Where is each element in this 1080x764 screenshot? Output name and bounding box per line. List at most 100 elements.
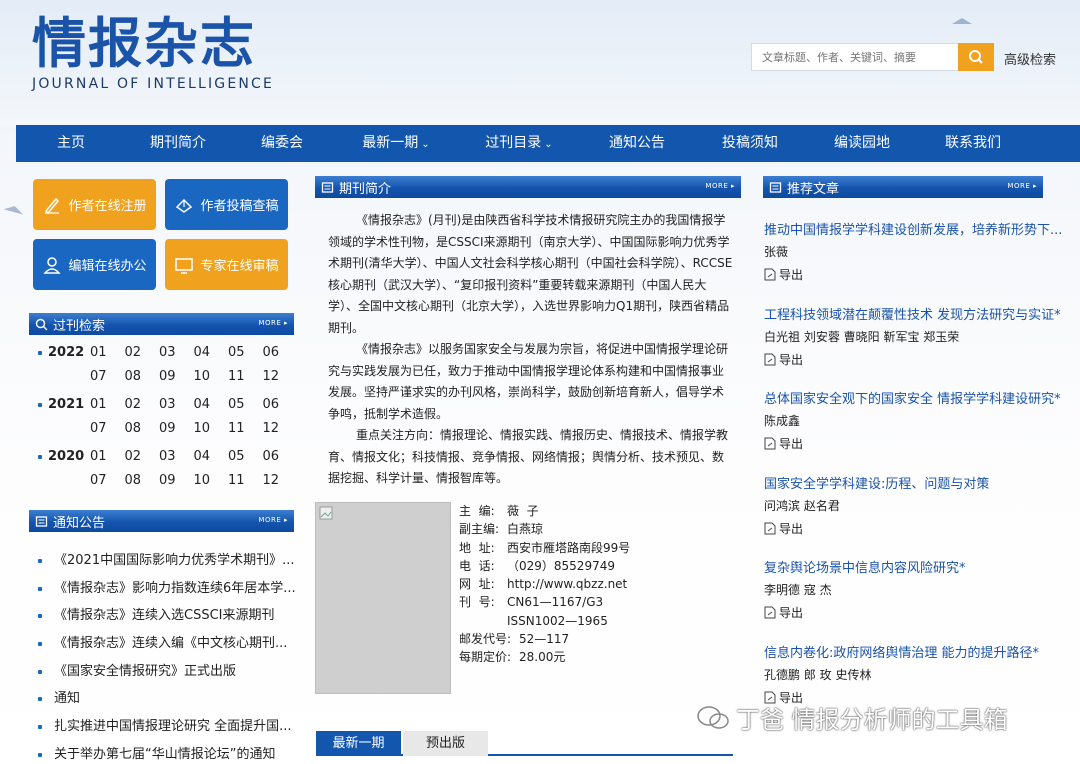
export-link[interactable]: 导出 [764,604,1064,621]
export-link[interactable]: 导出 [764,266,1064,283]
notice-item[interactable]: 《情报杂志》连续入编《中文核心期刊... [38,632,287,651]
article-title-link[interactable]: 推动中国情报学学科建设创新发展，培养新形势下... [764,219,1064,238]
nav-home[interactable]: 主页 [16,125,126,162]
notice-item[interactable]: 关于举办第七届“华山情报论坛”的通知 [38,743,275,762]
more-link[interactable]: more ▸ [258,516,288,524]
nav-reader-forum[interactable]: 编读园地 [806,125,918,162]
month-link[interactable]: 06 [263,449,298,464]
notice-item[interactable]: 《2021中国国际影响力优秀学术期刊》... [38,549,294,568]
notice-item[interactable]: 《情报杂志》连续入选CSSCI来源期刊 [38,604,275,623]
notice-title: 《情报杂志》连续入选CSSCI来源期刊 [54,608,275,623]
notice-item[interactable]: 《国家安全情报研究》正式出版 [38,660,236,679]
year-link[interactable]: 2021 [38,397,90,412]
month-link[interactable]: 05 [228,449,263,464]
month-link[interactable]: 06 [263,345,298,360]
advanced-search-link[interactable]: 高级检索 [1004,49,1056,68]
nav-editorial-board[interactable]: 编委会 [230,125,334,162]
more-label: more [258,516,282,524]
author-submit-button[interactable]: 作者投稿查稿 [165,179,288,230]
month-link[interactable]: 02 [125,397,160,412]
bullet [38,454,42,459]
more-link[interactable]: more ▸ [1007,182,1037,190]
notice-title: 扎实推进中国情报理论研究 全面提升国... [54,719,292,734]
nav-contact[interactable]: 联系我们 [918,125,1028,162]
month-link[interactable]: 03 [159,449,194,464]
info-row: 网 址: http://www.qbzz.net [459,575,630,593]
nav-submission-guide[interactable]: 投稿须知 [694,125,806,162]
intro-paragraph: 重点关注方向：情报理论、情报实践、情报历史、情报技术、情报学教育、情报文化；科技… [328,428,729,485]
month-link[interactable]: 08 [125,421,160,436]
notice-item[interactable]: 通知 [38,687,80,706]
month-link[interactable]: 07 [90,473,125,488]
tab-latest-issue[interactable]: 最新一期 [316,731,401,756]
article-title-link[interactable]: 信息内卷化:政府网络舆情治理 能力的提升路径* [764,642,1064,661]
editor-office-button[interactable]: 编辑在线办公 [33,239,156,290]
year-link[interactable]: 2022 [38,345,90,360]
pen-icon [45,197,60,214]
logo-english: JOURNAL OF INTELLIGENCE [32,76,275,92]
month-link[interactable]: 08 [125,473,160,488]
search-button[interactable] [958,43,994,71]
archive-year-row: 07 08 09 10 11 12 [38,473,297,488]
month-link[interactable]: 10 [194,421,229,436]
info-value[interactable]: http://www.qbzz.net [507,575,627,593]
nav-past-issues[interactable]: 过刊目录 ⌄ [458,125,580,162]
month-link[interactable]: 11 [228,369,263,384]
month-link[interactable]: 01 [90,397,125,412]
month-link[interactable]: 12 [263,473,298,488]
notice-item[interactable]: 扎实推进中国情报理论研究 全面提升国... [38,715,292,734]
month-link[interactable]: 01 [90,345,125,360]
month-link[interactable]: 09 [159,421,194,436]
issue-tabs: 最新一期 预出版 [316,731,733,756]
month-link[interactable]: 11 [228,421,263,436]
month-link[interactable]: 12 [263,369,298,384]
info-row: 每期定价: 28.00元 [459,648,630,666]
more-link[interactable]: more ▸ [705,182,735,190]
month-link[interactable]: 02 [125,345,160,360]
cover-image[interactable] [315,502,451,694]
month-link[interactable]: 05 [228,345,263,360]
bullet [38,669,42,674]
month-link[interactable]: 10 [194,473,229,488]
search-input[interactable] [751,43,958,71]
export-link[interactable]: 导出 [764,435,1064,452]
month-link[interactable]: 04 [194,345,229,360]
nav-journal-intro[interactable]: 期刊简介 [126,125,230,162]
month-link[interactable]: 08 [125,369,160,384]
more-link[interactable]: more ▸ [258,319,288,327]
month-link[interactable]: 07 [90,369,125,384]
month-link[interactable]: 06 [263,397,298,412]
article-title-link[interactable]: 国家安全学学科建设:历程、问题与对策 [764,473,1064,492]
month-link[interactable]: 02 [125,449,160,464]
nav-notices[interactable]: 通知公告 [580,125,694,162]
nav-latest-issue[interactable]: 最新一期 ⌄ [334,125,458,162]
month-link[interactable]: 12 [263,421,298,436]
month-link[interactable]: 03 [159,397,194,412]
month-link[interactable]: 01 [90,449,125,464]
export-link[interactable]: 导出 [764,351,1064,368]
month-link[interactable]: 10 [194,369,229,384]
notice-icon [769,181,782,193]
export-link[interactable]: 导出 [764,520,1064,537]
article-title-link[interactable]: 复杂舆论场景中信息内容风险研究* [764,557,1064,576]
month-link[interactable]: 11 [228,473,263,488]
month-link[interactable]: 05 [228,397,263,412]
archive-year-row: 2022 01 02 03 04 05 06 [38,345,297,360]
month-link[interactable]: 07 [90,421,125,436]
tab-preprint[interactable]: 预出版 [403,731,488,756]
article-title-link[interactable]: 工程科技领域潜在颠覆性技术 发现方法研究与实证* [764,304,1064,323]
site-logo[interactable]: 情报杂志 JOURNAL OF INTELLIGENCE [32,14,275,93]
expert-review-button[interactable]: 专家在线审稿 [165,239,288,290]
intro-paragraph: 《情报杂志》以服务国家安全与发展为宗旨，将促进中国情报学理论研究与实践发展为已任… [328,342,729,421]
section-title: 推荐文章 [787,181,840,197]
notice-item[interactable]: 《情报杂志》影响力指数连续6年居本学... [38,577,296,596]
month-link[interactable]: 04 [194,397,229,412]
month-link[interactable]: 09 [159,369,194,384]
month-link[interactable]: 09 [159,473,194,488]
month-link[interactable]: 04 [194,449,229,464]
recommend-item: 总体国家安全观下的国家安全 情报学学科建设研究* 陈成鑫 导出 [764,388,1064,452]
month-link[interactable]: 03 [159,345,194,360]
article-title-link[interactable]: 总体国家安全观下的国家安全 情报学学科建设研究* [764,388,1064,407]
author-register-button[interactable]: 作者在线注册 [33,179,156,230]
year-link[interactable]: 2020 [38,449,90,464]
